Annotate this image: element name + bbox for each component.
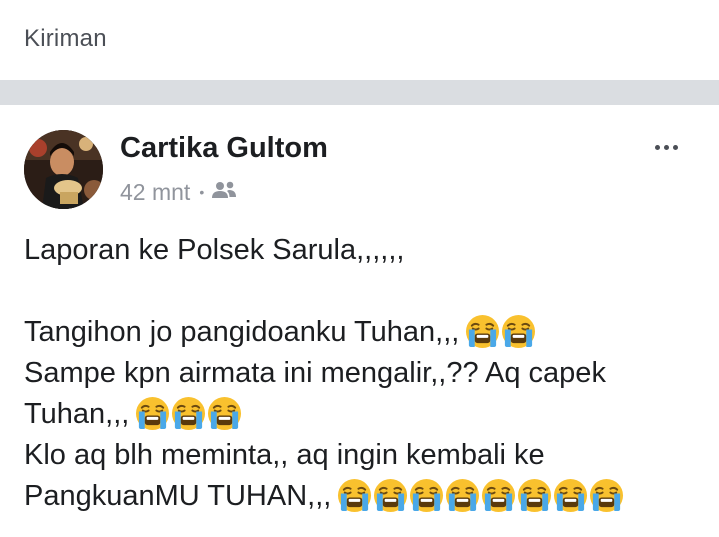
emoji-group <box>465 314 536 349</box>
post-line-text: Sampe kpn airmata ini mengalir,,?? Aq ca… <box>24 357 606 389</box>
post-line-text: Tangihon jo pangidoanku Tuhan,,, <box>24 316 460 348</box>
section-title: Kiriman <box>24 25 107 52</box>
loudly-crying-face-emoji <box>481 478 516 513</box>
post-text-line: Laporan ke Polsek Sarula,,,,,, <box>24 230 704 271</box>
loudly-crying-face-emoji <box>409 478 444 513</box>
post-line-text: Klo aq blh meminta,, aq ingin kembali ke <box>24 439 545 471</box>
section-header: Kiriman <box>0 0 719 80</box>
avatar-photo <box>24 130 103 209</box>
meta-separator: • <box>199 184 205 200</box>
post-text-line: Sampe kpn airmata ini mengalir,,?? Aq ca… <box>24 353 704 394</box>
section-divider <box>0 80 719 105</box>
more-options-icon[interactable] <box>644 135 688 159</box>
friends-icon[interactable] <box>211 179 237 206</box>
post-text-line: Tuhan,,, <box>24 394 704 435</box>
post-text-line: PangkuanMU TUHAN,,, <box>24 476 704 517</box>
author-avatar[interactable] <box>24 130 103 209</box>
post-line-text: Tuhan,,, <box>24 398 130 430</box>
emoji-group <box>135 396 242 431</box>
loudly-crying-face-emoji <box>373 478 408 513</box>
post-text: Laporan ke Polsek Sarula,,,,,, Tangihon j… <box>24 230 704 517</box>
post-text-line: Tangihon jo pangidoanku Tuhan,,, <box>24 312 704 353</box>
post-meta: 42 mnt • <box>120 177 237 207</box>
loudly-crying-face-emoji <box>553 478 588 513</box>
loudly-crying-face-emoji <box>171 396 206 431</box>
loudly-crying-face-emoji <box>445 478 480 513</box>
loudly-crying-face-emoji <box>589 478 624 513</box>
facebook-post-page: Kiriman Cartika Gultom 42 mnt • Laporan … <box>0 0 719 537</box>
post-text-line: Klo aq blh meminta,, aq ingin kembali ke <box>24 435 704 476</box>
post-line-text: Laporan ke Polsek Sarula,,,,,, <box>24 234 405 266</box>
emoji-group <box>337 478 624 513</box>
loudly-crying-face-emoji <box>207 396 242 431</box>
author-name[interactable]: Cartika Gultom <box>120 132 328 165</box>
loudly-crying-face-emoji <box>135 396 170 431</box>
post-line-text: PangkuanMU TUHAN,,, <box>24 480 332 512</box>
loudly-crying-face-emoji <box>465 314 500 349</box>
loudly-crying-face-emoji <box>501 314 536 349</box>
post-card: Cartika Gultom 42 mnt • Laporan ke Polse… <box>0 105 719 537</box>
post-timestamp[interactable]: 42 mnt <box>120 179 190 206</box>
loudly-crying-face-emoji <box>517 478 552 513</box>
loudly-crying-face-emoji <box>337 478 372 513</box>
